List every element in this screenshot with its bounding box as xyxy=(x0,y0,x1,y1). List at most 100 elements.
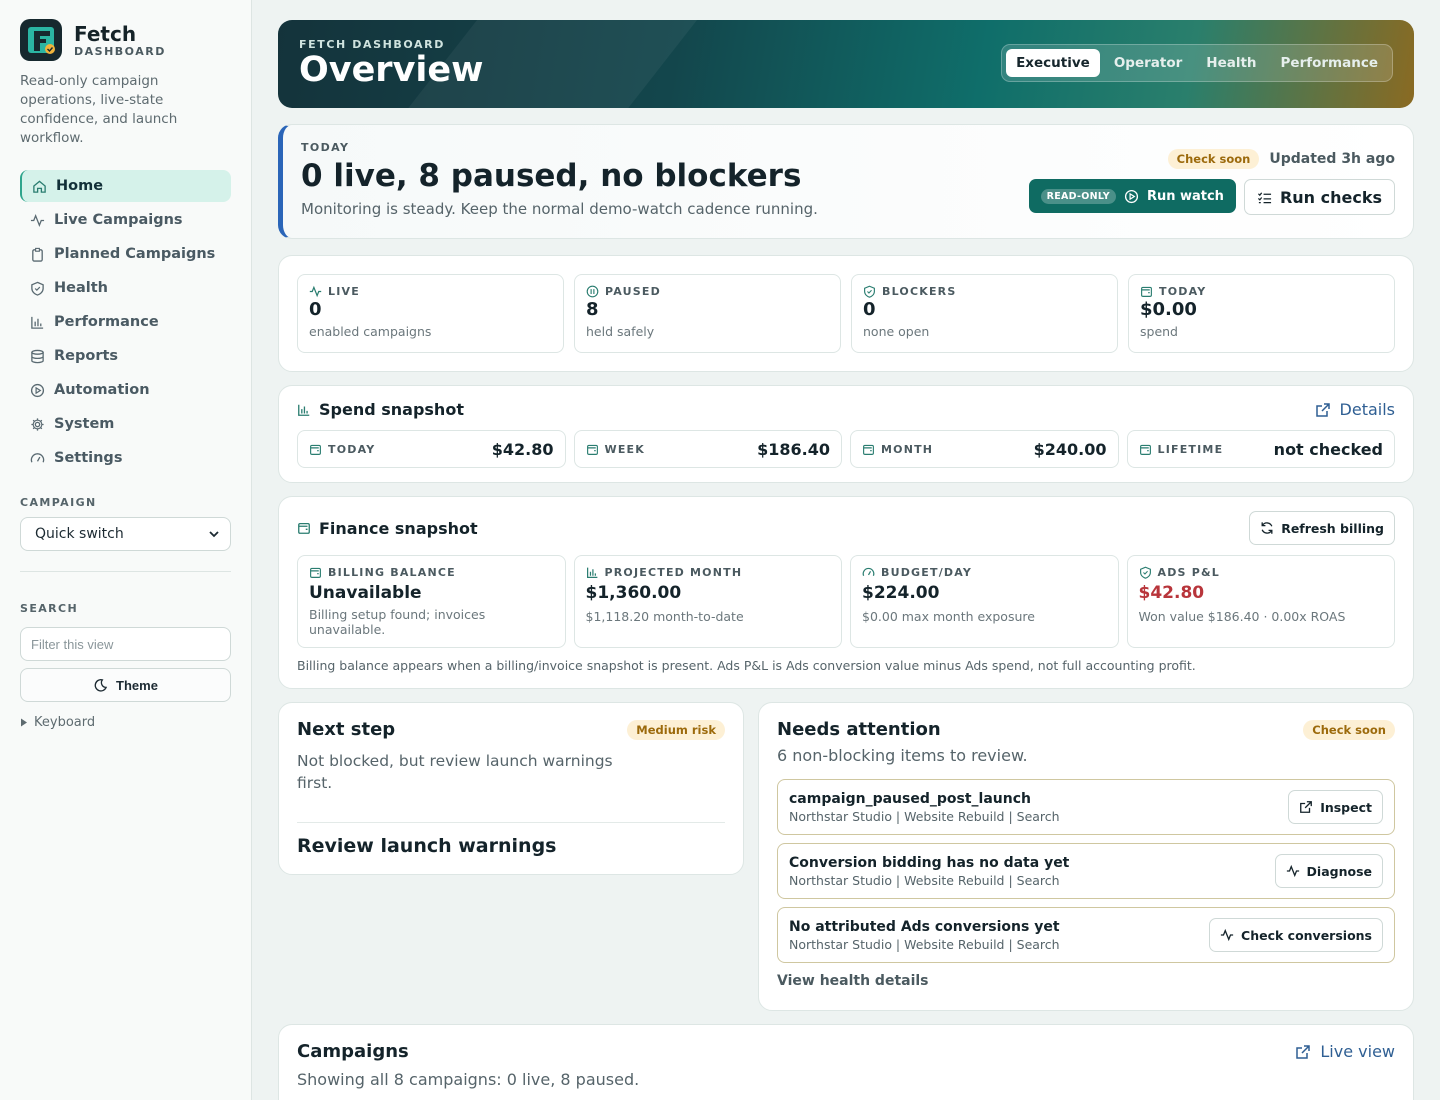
home-icon xyxy=(33,179,46,193)
gauge-icon xyxy=(862,567,875,576)
wallet-icon xyxy=(298,522,310,534)
stat-value: 0 xyxy=(309,299,322,320)
finance-label: BILLING BALANCE xyxy=(328,566,456,579)
activity-icon xyxy=(30,213,45,227)
brand-subtitle: DASHBOARD xyxy=(74,44,166,58)
tab-performance[interactable]: Performance xyxy=(1271,49,1388,77)
brand[interactable]: Fetch DASHBOARD xyxy=(20,18,231,62)
stat-label-text: TODAY xyxy=(1159,285,1207,298)
search-input[interactable]: Filter this view xyxy=(20,627,231,661)
campaigns-subtitle: Showing all 8 campaigns: 0 live, 8 pause… xyxy=(297,1070,640,1089)
stat-label: PAUSED xyxy=(586,285,829,298)
today-actions: READ-ONLY Run watch Run checks xyxy=(1028,179,1395,215)
nav-item-home[interactable]: Home xyxy=(20,170,231,202)
refresh-billing-button[interactable]: Refresh billing xyxy=(1249,511,1395,545)
refresh-icon xyxy=(1261,522,1273,534)
spend-snapshot-title: Spend snapshot xyxy=(297,400,464,419)
spend-lifetime: LIFETIME not checked xyxy=(1126,430,1395,468)
details-link[interactable]: Details xyxy=(1315,400,1395,419)
tab-health[interactable]: Health xyxy=(1196,49,1266,77)
finance-value: $42.80 xyxy=(1138,583,1205,603)
spend-value: not checked xyxy=(1273,439,1383,459)
run-checks-button[interactable]: Run checks xyxy=(1243,179,1395,215)
nav-item-settings[interactable]: Settings xyxy=(20,442,231,474)
tagline: Read-only campaign operations, live-stat… xyxy=(20,73,178,146)
stat-sub: enabled campaigns xyxy=(309,324,432,339)
attention-item: campaign_paused_post_launch Northstar St… xyxy=(777,779,1395,835)
finance-billing-balance: BILLING BALANCE Unavailable Billing setu… xyxy=(297,555,566,648)
stat-label: BLOCKERS xyxy=(863,285,1106,298)
nav-label: Automation xyxy=(54,382,150,398)
finance-value: $1,360.00 xyxy=(585,583,682,603)
stat-value: $0.00 xyxy=(1140,299,1197,320)
campaigns-card: Campaigns Live view Showing all 8 campai… xyxy=(278,1024,1414,1100)
stat-label: TODAY xyxy=(1140,285,1383,298)
button-label: Check conversions xyxy=(1241,927,1372,943)
nav-item-planned-campaigns[interactable]: Planned Campaigns xyxy=(20,238,231,270)
keyboard-disclosure[interactable]: Keyboard xyxy=(20,715,231,730)
spend-label: LIFETIME xyxy=(1157,442,1224,456)
check-conversions-button[interactable]: Check conversions xyxy=(1209,918,1383,952)
moon-icon xyxy=(94,678,108,692)
external-link-icon xyxy=(1315,402,1330,417)
nav-item-system[interactable]: System xyxy=(20,408,231,440)
main-content: FETCH DASHBOARD Overview Executive Opera… xyxy=(278,20,1414,1011)
tab-operator[interactable]: Operator xyxy=(1104,49,1192,77)
nav-label: Planned Campaigns xyxy=(54,246,216,262)
diagnose-button[interactable]: Diagnose xyxy=(1274,854,1383,888)
wallet-icon xyxy=(586,444,598,455)
sidebar-divider xyxy=(20,571,231,572)
campaign-quick-switch-select[interactable]: Quick switch xyxy=(20,517,231,551)
nav-item-reports[interactable]: Reports xyxy=(20,340,231,372)
finance-budget-day: BUDGET/DAY $224.00 $0.00 max month expos… xyxy=(850,555,1119,648)
stat-today-spend: TODAY $0.00 spend xyxy=(1128,274,1395,353)
stat-label-text: LIVE xyxy=(328,285,360,298)
stats-card: LIVE 0 enabled campaigns PAUSED 8 held s… xyxy=(278,255,1414,372)
gear-icon xyxy=(31,417,44,431)
spend-snapshot-card: Spend snapshot Details TODAY $42.80 WEEK… xyxy=(278,385,1414,483)
stat-paused: PAUSED 8 held safely xyxy=(574,274,841,353)
play-circle-icon xyxy=(30,383,45,397)
database-icon xyxy=(31,349,44,363)
card-title-text: Spend snapshot xyxy=(319,400,464,419)
chevron-down-icon xyxy=(209,531,219,538)
view-health-details-link[interactable]: View health details xyxy=(777,973,1395,989)
stat-live: LIVE 0 enabled campaigns xyxy=(297,274,564,353)
nav-item-performance[interactable]: Performance xyxy=(20,306,231,338)
activity-icon xyxy=(1220,928,1234,942)
shield-icon xyxy=(864,285,875,298)
inspect-button[interactable]: Inspect xyxy=(1288,790,1383,824)
attention-item: Conversion bidding has no data yet North… xyxy=(777,843,1395,899)
external-link-icon xyxy=(1296,1044,1311,1059)
nav-label: Reports xyxy=(54,348,119,364)
needs-attention-title: Needs attention xyxy=(777,719,941,740)
spend-week: WEEK $186.40 xyxy=(573,430,842,468)
nav-label: Home xyxy=(56,178,104,194)
next-step-subtitle: Not blocked, but review launch warnings … xyxy=(297,752,613,792)
nav-item-health[interactable]: Health xyxy=(20,272,231,304)
live-view-link[interactable]: Live view xyxy=(1295,1042,1395,1061)
finance-label: ADS P&L xyxy=(1157,566,1220,579)
sidebar-nav: Home Live Campaigns Planned Campaigns He… xyxy=(20,170,231,474)
today-summary-card: TODAY 0 live, 8 paused, no blockers Moni… xyxy=(278,124,1414,239)
search-placeholder: Filter this view xyxy=(31,636,114,652)
bar-chart-icon xyxy=(586,567,597,578)
nav-item-automation[interactable]: Automation xyxy=(20,374,231,406)
theme-toggle-button[interactable]: Theme xyxy=(20,668,231,702)
nav-label: Live Campaigns xyxy=(54,212,183,228)
review-launch-warnings-link[interactable]: Review launch warnings xyxy=(297,835,725,857)
wallet-icon xyxy=(310,567,321,578)
activity-icon xyxy=(309,285,322,298)
run-watch-button[interactable]: READ-ONLY Run watch xyxy=(1028,179,1236,213)
sidebar: Fetch DASHBOARD Read-only campaign opera… xyxy=(0,0,252,1100)
details-link-label: Details xyxy=(1339,400,1395,419)
live-view-label: Live view xyxy=(1320,1042,1395,1061)
stat-sub: held safely xyxy=(586,324,655,339)
nav-item-live-campaigns[interactable]: Live Campaigns xyxy=(20,204,231,236)
finance-projected-month: PROJECTED MONTH $1,360.00 $1,118.20 mont… xyxy=(573,555,842,648)
tab-executive[interactable]: Executive xyxy=(1006,49,1100,77)
finance-sub: $0.00 max month exposure xyxy=(862,609,1035,624)
search-section-label: SEARCH xyxy=(20,602,79,615)
stat-label-text: BLOCKERS xyxy=(882,285,957,298)
spend-today: TODAY $42.80 xyxy=(297,430,566,468)
